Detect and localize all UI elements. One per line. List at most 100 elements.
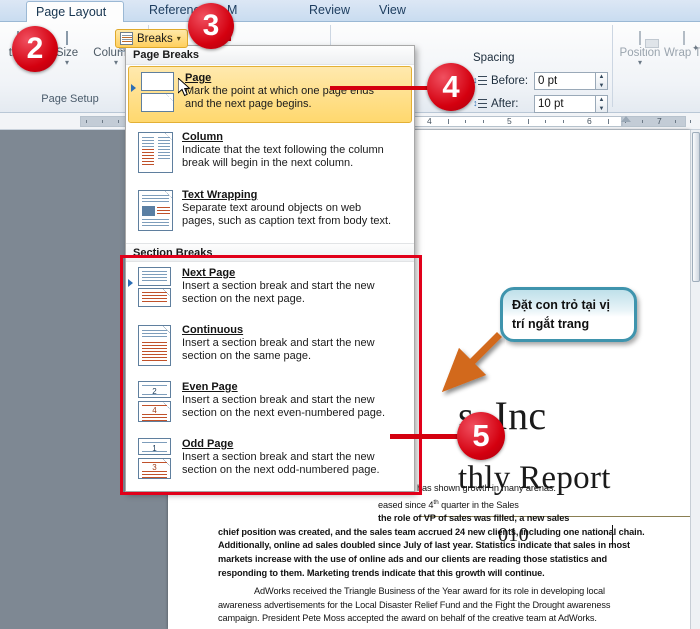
- menu-item-column[interactable]: Column Indicate that the text following …: [126, 126, 414, 181]
- continuous-break-icon: [130, 324, 180, 368]
- tooltip-line-2: trí ngắt trang: [512, 315, 634, 334]
- spacing-before-row: ↕ Before: 0 pt ▲▼: [473, 72, 596, 90]
- spacing-after-label: After:: [491, 98, 534, 110]
- spacing-before-input[interactable]: 0 pt: [534, 72, 596, 90]
- body-line-3: the role of VP of sales was filled, a ne…: [378, 512, 648, 526]
- next-page-break-icon: [130, 267, 180, 311]
- page-break-icon: [133, 72, 183, 116]
- wrap-text-label-1: Wrap: [664, 47, 691, 59]
- body-paragraph-2: AdWorks received the Triangle Business o…: [218, 585, 648, 626]
- tab-page-layout-label: Page Layout: [36, 5, 106, 19]
- menu-item-continuous-desc1: Insert a section break and start the new: [182, 337, 408, 350]
- spacing-before-stepper[interactable]: ▲▼: [596, 72, 608, 90]
- breaks-dropdown-menu[interactable]: Page Breaks Page Mark the point at which…: [125, 45, 415, 492]
- menu-item-text-wrapping-desc2: pages, such as caption text from body te…: [182, 215, 408, 228]
- menu-item-even-page-title: Even Page: [182, 381, 238, 393]
- position-button[interactable]: Position ▾: [614, 32, 666, 66]
- menu-item-text-wrapping[interactable]: Text Wrapping Separate text around objec…: [126, 184, 414, 239]
- position-caret-icon[interactable]: ▾: [614, 59, 666, 66]
- spacing-after-stepper[interactable]: ▲▼: [596, 95, 608, 113]
- ribbon-tab-bar: Page Layout References M Review View: [0, 0, 700, 22]
- menu-item-column-desc1: Indicate that the text following the col…: [182, 144, 408, 157]
- menu-item-column-text: Column Indicate that the text following …: [180, 131, 408, 175]
- menu-item-text-wrapping-text: Text Wrapping Separate text around objec…: [180, 189, 408, 233]
- menu-item-even-page-desc1: Insert a section break and start the new: [182, 394, 408, 407]
- menu-item-column-desc2: break will begin in the next column.: [182, 157, 408, 170]
- menu-item-column-title-text: Column: [182, 131, 223, 143]
- menu-item-odd-page[interactable]: 1 3 Odd Page Insert a section break and …: [126, 433, 414, 488]
- breaks-icon: [120, 32, 133, 45]
- ruler-number-4: 4: [427, 116, 432, 126]
- ruler-number-5: 5: [507, 116, 512, 126]
- odd-page-break-icon: 1 3: [130, 438, 180, 482]
- scrollbar-thumb[interactable]: [692, 132, 700, 282]
- menu-item-odd-page-text: Odd Page Insert a section break and star…: [180, 438, 408, 482]
- vertical-scrollbar[interactable]: [690, 130, 700, 629]
- menu-item-even-page-text: Even Page Insert a section break and sta…: [180, 381, 408, 425]
- ruler-indent-marker[interactable]: [621, 116, 631, 122]
- page-breaks-header: Page Breaks: [126, 46, 414, 65]
- breaks-caret-icon[interactable]: ▾: [177, 34, 181, 43]
- position-icon: [614, 32, 666, 44]
- menu-item-next-page-desc2: section on the next page.: [182, 293, 408, 306]
- menu-item-column-title: Column: [182, 131, 223, 143]
- marker-5: 5: [457, 412, 505, 460]
- odd-page-num-top: 1: [139, 444, 170, 453]
- wrap-text-icon: ✦: [664, 32, 700, 44]
- tab-page-layout[interactable]: Page Layout: [26, 1, 124, 23]
- menu-item-even-page-desc2: section on the next even-numbered page.: [182, 407, 408, 420]
- wrap-text-button[interactable]: ✦ Wrap Text ▾: [664, 32, 700, 60]
- tab-view-label: View: [379, 3, 406, 17]
- section-breaks-header: Section Breaks: [126, 243, 414, 262]
- menu-item-page[interactable]: Page Mark the point at which one page en…: [128, 66, 412, 123]
- breaks-button[interactable]: Breaks ▾: [115, 29, 188, 48]
- column-break-icon: [130, 131, 180, 175]
- menu-item-page-desc2: and the next page begins.: [185, 98, 405, 111]
- even-page-break-icon: 2 4: [130, 381, 180, 425]
- menu-item-next-page[interactable]: Next Page Insert a section break and sta…: [126, 262, 414, 317]
- body-line-1: company has shown growth in many arenas.: [378, 482, 648, 496]
- menu-item-odd-page-desc2: section on the next odd-numbered page.: [182, 464, 408, 477]
- tooltip-arrow-icon: [415, 330, 505, 425]
- page-setup-group-label: Page Setup: [14, 93, 126, 105]
- menu-item-text-wrapping-title-text: Text Wrapping: [182, 189, 257, 201]
- body-line-4: chief position was created, and the sale…: [218, 526, 648, 580]
- tab-review-label: Review: [309, 3, 350, 17]
- mouse-cursor-icon: [178, 78, 192, 98]
- menu-item-next-page-text: Next Page Insert a section break and sta…: [180, 267, 408, 311]
- spacing-before-icon: ↕: [473, 75, 487, 87]
- spacing-after-input[interactable]: 10 pt: [534, 95, 596, 113]
- group-divider-3: [612, 25, 613, 107]
- menu-item-odd-page-desc1: Insert a section break and start the new: [182, 451, 408, 464]
- menu-item-continuous-text: Continuous Insert a section break and st…: [180, 324, 408, 368]
- spacing-before-label: Before:: [491, 75, 534, 87]
- tooltip-bubble: Đặt con trỏ tại vị trí ngắt trang: [500, 287, 637, 342]
- menu-item-next-page-desc1: Insert a section break and start the new: [182, 280, 408, 293]
- menu-item-even-page-title-text: Even Page: [182, 381, 238, 393]
- even-page-num-top: 2: [139, 387, 170, 396]
- menu-item-continuous[interactable]: Continuous Insert a section break and st…: [126, 319, 414, 374]
- menu-item-next-page-title: Next Page: [182, 267, 235, 279]
- marker-4: 4: [427, 63, 475, 111]
- menu-item-continuous-title-text: Continuous: [182, 324, 243, 336]
- word-application-window: Page Layout References M Review View tio…: [0, 0, 700, 629]
- menu-item-text-wrapping-title: Text Wrapping: [182, 189, 257, 201]
- body-paragraph-1: company has shown growth in many arenas.…: [218, 482, 648, 580]
- ruler-margin-right: [622, 116, 686, 127]
- marker-3: 3: [188, 3, 234, 49]
- menu-item-page-text: Page Mark the point at which one page en…: [183, 72, 405, 116]
- tab-view[interactable]: View: [370, 0, 415, 22]
- ruler-number-6: 6: [587, 116, 592, 126]
- tooltip-line-1: Đặt con trỏ tại vị: [512, 296, 634, 315]
- menu-item-odd-page-title-text: Odd Page: [182, 438, 233, 450]
- text-wrapping-break-icon: [130, 189, 180, 233]
- spacing-label: Spacing: [473, 52, 515, 64]
- tab-review[interactable]: Review: [300, 0, 359, 22]
- body-line-2b: quarter in the Sales: [439, 500, 519, 510]
- menu-item-odd-page-title: Odd Page: [182, 438, 233, 450]
- marker-2: 2: [12, 26, 58, 72]
- body-line-2a: eased since 4: [378, 500, 433, 510]
- even-page-num-bottom: 4: [139, 406, 170, 415]
- menu-item-even-page[interactable]: 2 4 Even Page Insert a section break and…: [126, 376, 414, 431]
- odd-page-num-bottom: 3: [139, 463, 170, 472]
